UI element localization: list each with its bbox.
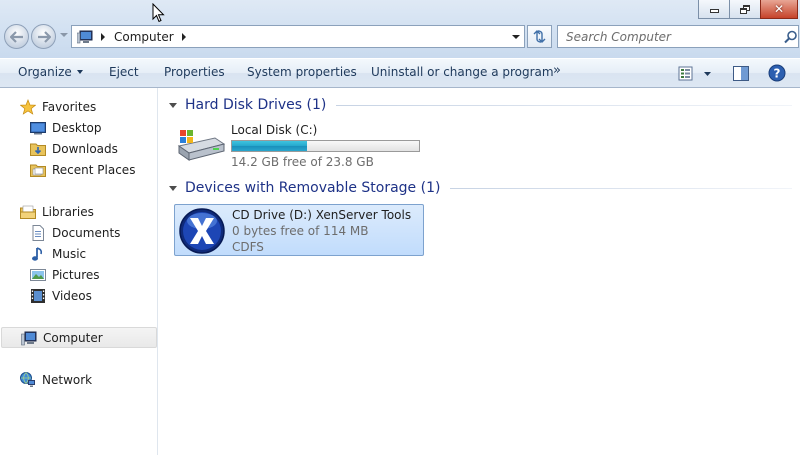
nav-network-label: Network [42, 372, 93, 387]
views-icon [678, 66, 711, 81]
libraries-icon [20, 204, 36, 220]
nav-item-label: Videos [52, 288, 92, 303]
back-button[interactable] [4, 24, 29, 49]
more-commands-button[interactable]: » [553, 63, 561, 78]
drive-usage-bar [231, 140, 420, 152]
search-icon[interactable] [784, 30, 798, 44]
nav-libraries[interactable]: Libraries [0, 201, 157, 222]
breadcrumb-separator-icon[interactable] [181, 32, 186, 41]
nav-favorites-label: Favorites [42, 99, 97, 114]
drive-free-space: 14.2 GB free of 23.8 GB [231, 155, 374, 169]
organize-menu[interactable]: Organize [18, 65, 83, 79]
breadcrumb-computer[interactable]: Computer [114, 30, 174, 44]
eject-button[interactable]: Eject [109, 65, 139, 79]
minimize-button[interactable] [698, 0, 730, 19]
nav-item-label: Documents [52, 225, 121, 240]
group-header-hard-disk-drives[interactable]: Hard Disk Drives (1) [159, 95, 800, 115]
address-history-dropdown[interactable] [512, 35, 520, 39]
group-divider [336, 104, 792, 106]
search-box[interactable] [557, 25, 799, 48]
restore-icon [739, 4, 751, 14]
nav-item-label: Music [52, 246, 87, 261]
downloads-folder-icon [30, 141, 46, 157]
preview-pane-button[interactable] [733, 66, 749, 84]
drive-name: CD Drive (D:) XenServer Tools [232, 208, 412, 222]
svg-text:?: ? [774, 67, 781, 81]
properties-button[interactable]: Properties [164, 65, 225, 79]
system-properties-button[interactable]: System properties [247, 65, 357, 79]
mouse-cursor-icon [152, 2, 165, 26]
nav-item-recent-places[interactable]: Recent Places [0, 159, 157, 180]
back-arrow-icon [10, 31, 23, 43]
breadcrumb-separator-icon[interactable] [101, 32, 105, 41]
nav-item-desktop[interactable]: Desktop [0, 117, 157, 138]
nav-item-documents[interactable]: Documents [0, 222, 157, 243]
window-controls: ✕ [698, 0, 798, 19]
command-bar: Organize Eject Properties System propert… [0, 58, 800, 88]
nav-item-pictures[interactable]: Pictures [0, 264, 157, 285]
drive-tile-cd-drive[interactable]: CD Drive (D:) XenServer Tools 0 bytes fr… [174, 204, 424, 256]
window-titlebar: ✕ Computer [0, 0, 800, 58]
chevron-down-icon [76, 70, 83, 74]
nav-item-label: Desktop [52, 120, 102, 135]
xenserver-cd-icon [178, 207, 226, 258]
nav-network[interactable]: Network [0, 369, 157, 390]
nav-item-label: Recent Places [52, 162, 136, 177]
recent-pages-dropdown[interactable] [60, 33, 68, 37]
search-input[interactable] [566, 29, 776, 44]
drive-usage-fill [232, 141, 308, 151]
close-button[interactable]: ✕ [760, 0, 798, 19]
star-icon [19, 98, 37, 115]
address-bar[interactable]: Computer [71, 25, 525, 48]
change-view-button[interactable] [678, 66, 714, 84]
group-divider [450, 187, 792, 189]
group-header-removable-storage[interactable]: Devices with Removable Storage (1) [159, 178, 800, 198]
drive-name: Local Disk (C:) [231, 123, 318, 137]
nav-computer-label: Computer [43, 330, 103, 345]
uninstall-program-button[interactable]: Uninstall or change a program [371, 65, 554, 79]
organize-label: Organize [18, 65, 72, 79]
nav-favorites[interactable]: Favorites [0, 96, 157, 117]
refresh-icon [533, 30, 546, 43]
close-icon: ✕ [773, 2, 785, 16]
network-icon [20, 371, 36, 388]
navigation-pane: Favorites Desktop Downloads Recent Place… [0, 88, 158, 455]
content-pane: Hard Disk Drives (1) Local Disk (C:) 14.… [159, 88, 800, 455]
drive-filesystem: CDFS [232, 240, 264, 254]
restore-button[interactable] [729, 0, 761, 19]
help-button[interactable]: ? [768, 64, 786, 85]
music-note-icon [30, 246, 46, 262]
documents-icon [30, 224, 46, 241]
chevron-down-icon [169, 185, 177, 191]
recent-places-icon [30, 162, 46, 178]
drive-free-space: 0 bytes free of 114 MB [232, 224, 369, 238]
pictures-icon [30, 267, 46, 283]
forward-arrow-icon [38, 31, 51, 43]
nav-computer[interactable]: Computer [1, 327, 157, 348]
nav-item-downloads[interactable]: Downloads [0, 138, 157, 159]
drive-tile-local-disk[interactable]: Local Disk (C:) 14.2 GB free of 23.8 GB [174, 120, 424, 170]
videos-film-icon [30, 288, 46, 304]
nav-item-videos[interactable]: Videos [0, 285, 157, 306]
group-title: Hard Disk Drives (1) [185, 97, 327, 113]
chevron-down-icon [169, 102, 177, 108]
nav-item-label: Downloads [52, 141, 118, 156]
nav-libraries-label: Libraries [42, 204, 94, 219]
group-title: Devices with Removable Storage (1) [185, 180, 441, 196]
refresh-button[interactable] [527, 25, 552, 48]
computer-icon [76, 30, 93, 44]
help-icon: ? [768, 64, 786, 82]
forward-button[interactable] [31, 24, 56, 49]
nav-item-label: Pictures [52, 267, 100, 282]
desktop-icon [30, 120, 46, 136]
nav-item-music[interactable]: Music [0, 243, 157, 264]
preview-pane-icon [733, 66, 749, 81]
minimize-icon [709, 9, 719, 13]
computer-icon [21, 330, 37, 346]
hard-drive-icon [177, 128, 226, 165]
